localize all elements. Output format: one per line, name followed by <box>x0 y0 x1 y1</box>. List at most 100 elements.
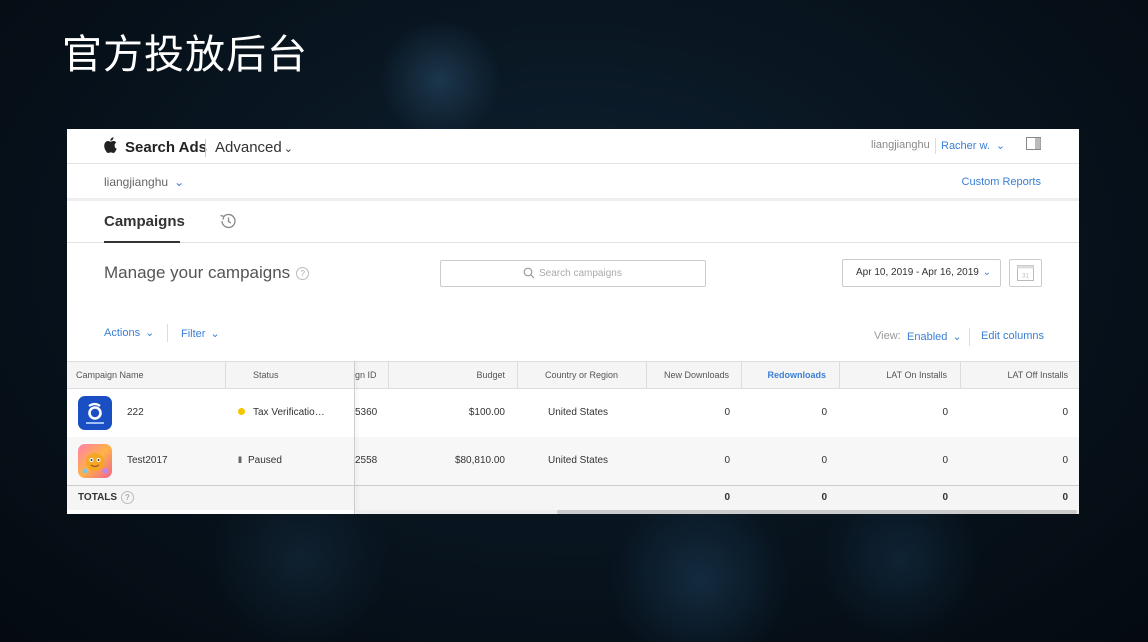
app-logo-icon <box>86 402 104 424</box>
calendar-button[interactable]: 31 <box>1009 259 1042 287</box>
totals-new-downloads: 0 <box>724 492 730 503</box>
column-divider <box>839 361 840 389</box>
toolbar-divider <box>167 324 168 342</box>
view-selector[interactable]: Enabled ⌄ <box>907 330 962 343</box>
status-text: Tax Verificatio… <box>253 407 325 418</box>
campaign-id: 5360 <box>355 407 378 418</box>
new-downloads-value: 0 <box>724 407 730 418</box>
column-divider <box>646 361 647 389</box>
edit-columns-link[interactable]: Edit columns <box>981 330 1044 342</box>
column-header-campaign-id[interactable]: gn ID <box>355 370 377 380</box>
campaign-name[interactable]: Test2017 <box>127 455 168 466</box>
column-header-redownloads[interactable]: Redownloads <box>767 370 826 380</box>
app-logo-icon <box>82 453 108 474</box>
help-icon[interactable]: ? <box>296 267 310 281</box>
column-header-budget[interactable]: Budget <box>476 370 505 380</box>
status-text: Paused <box>248 455 282 466</box>
user-divider <box>935 138 936 154</box>
table-row[interactable]: 222 Tax Verificatio… 5360 $100.00 United… <box>67 389 1079 437</box>
table-header: Campaign Name Status gn ID Budget Countr… <box>67 361 1079 389</box>
table-row[interactable]: Test2017 II Paused 2558 $80,810.00 United… <box>67 437 1079 485</box>
date-range-picker[interactable]: Apr 10, 2019 - Apr 16, 2019 ⌄ <box>842 259 1001 287</box>
actions-label: Actions <box>104 327 141 339</box>
column-divider <box>388 361 389 389</box>
column-header-country[interactable]: Country or Region <box>545 370 618 380</box>
column-header-new-downloads[interactable]: New Downloads <box>664 370 729 380</box>
sidebar-toggle-icon[interactable] <box>1026 137 1042 151</box>
totals-row: TOTALS ? 0 0 0 0 <box>67 485 1079 510</box>
view-value: Enabled <box>907 331 948 343</box>
totals-lat-off: 0 <box>1062 492 1068 503</box>
campaign-country: United States <box>548 455 609 466</box>
chevron-down-icon: ⌄ <box>283 143 293 155</box>
frozen-column-edge <box>354 361 355 514</box>
campaign-status: II Paused <box>238 455 282 466</box>
campaign-status: Tax Verificatio… <box>238 407 325 418</box>
chevron-down-icon: ⌄ <box>210 328 220 340</box>
campaign-budget: $100.00 <box>468 407 505 418</box>
chevron-down-icon: ⌄ <box>145 327 155 339</box>
date-range-value: Apr 10, 2019 - Apr 16, 2019 <box>856 267 979 278</box>
totals-lat-on: 0 <box>942 492 948 503</box>
column-divider <box>517 361 518 389</box>
active-tab-indicator <box>104 241 180 243</box>
search-box <box>440 260 706 287</box>
history-icon[interactable] <box>218 211 238 231</box>
chevron-down-icon: ⌄ <box>982 267 991 278</box>
calendar-day: 31 <box>1022 274 1029 280</box>
view-label: View: <box>874 330 901 342</box>
chevron-down-icon: ⌄ <box>174 175 185 189</box>
custom-reports-link[interactable]: Custom Reports <box>962 176 1041 188</box>
mode-label: Advanced <box>215 139 282 156</box>
column-header-status[interactable]: Status <box>253 370 279 380</box>
filter-menu[interactable]: Filter ⌄ <box>181 327 220 340</box>
page-title: Manage your campaigns? <box>104 263 310 283</box>
column-header-campaign-name[interactable]: Campaign Name <box>76 370 144 380</box>
org-selector[interactable]: liangjianghu ⌄ <box>104 175 184 189</box>
apple-logo-icon <box>104 137 117 153</box>
search-ads-window: Search Ads Advanced ⌄ liangjianghu Racher… <box>67 129 1079 514</box>
column-header-lat-on[interactable]: LAT On Installs <box>886 370 947 380</box>
user-menu-label: Racher w. <box>941 140 990 152</box>
column-header-lat-off[interactable]: LAT Off Installs <box>1007 370 1068 380</box>
column-divider <box>741 361 742 389</box>
brand-divider <box>205 139 206 157</box>
top-bar: Search Ads Advanced ⌄ liangjianghu Racher… <box>67 129 1079 164</box>
totals-label: TOTALS <box>78 492 118 503</box>
page-title-text: Manage your campaigns <box>104 263 291 282</box>
filter-label: Filter <box>181 328 206 340</box>
help-icon[interactable]: ? <box>121 491 134 504</box>
column-divider <box>960 361 961 389</box>
org-name: liangjianghu <box>104 175 169 189</box>
totals-redownloads: 0 <box>821 492 827 503</box>
pause-icon: II <box>238 455 242 465</box>
horizontal-scrollbar-thumb[interactable] <box>557 510 1077 514</box>
tab-campaigns[interactable]: Campaigns <box>104 213 185 230</box>
lat-on-value: 0 <box>942 407 948 418</box>
tab-bar: Campaigns <box>67 201 1079 243</box>
campaign-id: 2558 <box>355 455 378 466</box>
org-bar: liangjianghu ⌄ Custom Reports <box>67 164 1079 201</box>
chevron-down-icon: ⌄ <box>952 331 962 343</box>
campaign-country: United States <box>548 407 609 418</box>
user-menu[interactable]: Racher w. ⌄ <box>941 139 1005 152</box>
app-icon <box>78 396 112 430</box>
column-divider <box>225 361 226 389</box>
campaign-name[interactable]: 222 <box>127 407 144 418</box>
actions-menu[interactable]: Actions ⌄ <box>104 326 154 339</box>
redownloads-value: 0 <box>821 455 827 466</box>
chevron-down-icon: ⌄ <box>995 140 1006 152</box>
slide-title: 官方投放后台 <box>62 32 308 78</box>
mode-selector[interactable]: Advanced ⌄ <box>215 139 293 156</box>
app-icon <box>78 444 112 478</box>
redownloads-value: 0 <box>821 407 827 418</box>
calendar-icon: 31 <box>1017 265 1034 281</box>
totals-help[interactable]: ? <box>121 491 134 504</box>
warning-status-dot <box>238 408 245 415</box>
search-icon <box>523 267 535 279</box>
search-input[interactable] <box>539 265 699 281</box>
campaign-budget: $80,810.00 <box>454 455 505 466</box>
brand-name: Search Ads <box>125 139 207 156</box>
view-divider <box>969 328 970 346</box>
lat-off-value: 0 <box>1062 455 1068 466</box>
